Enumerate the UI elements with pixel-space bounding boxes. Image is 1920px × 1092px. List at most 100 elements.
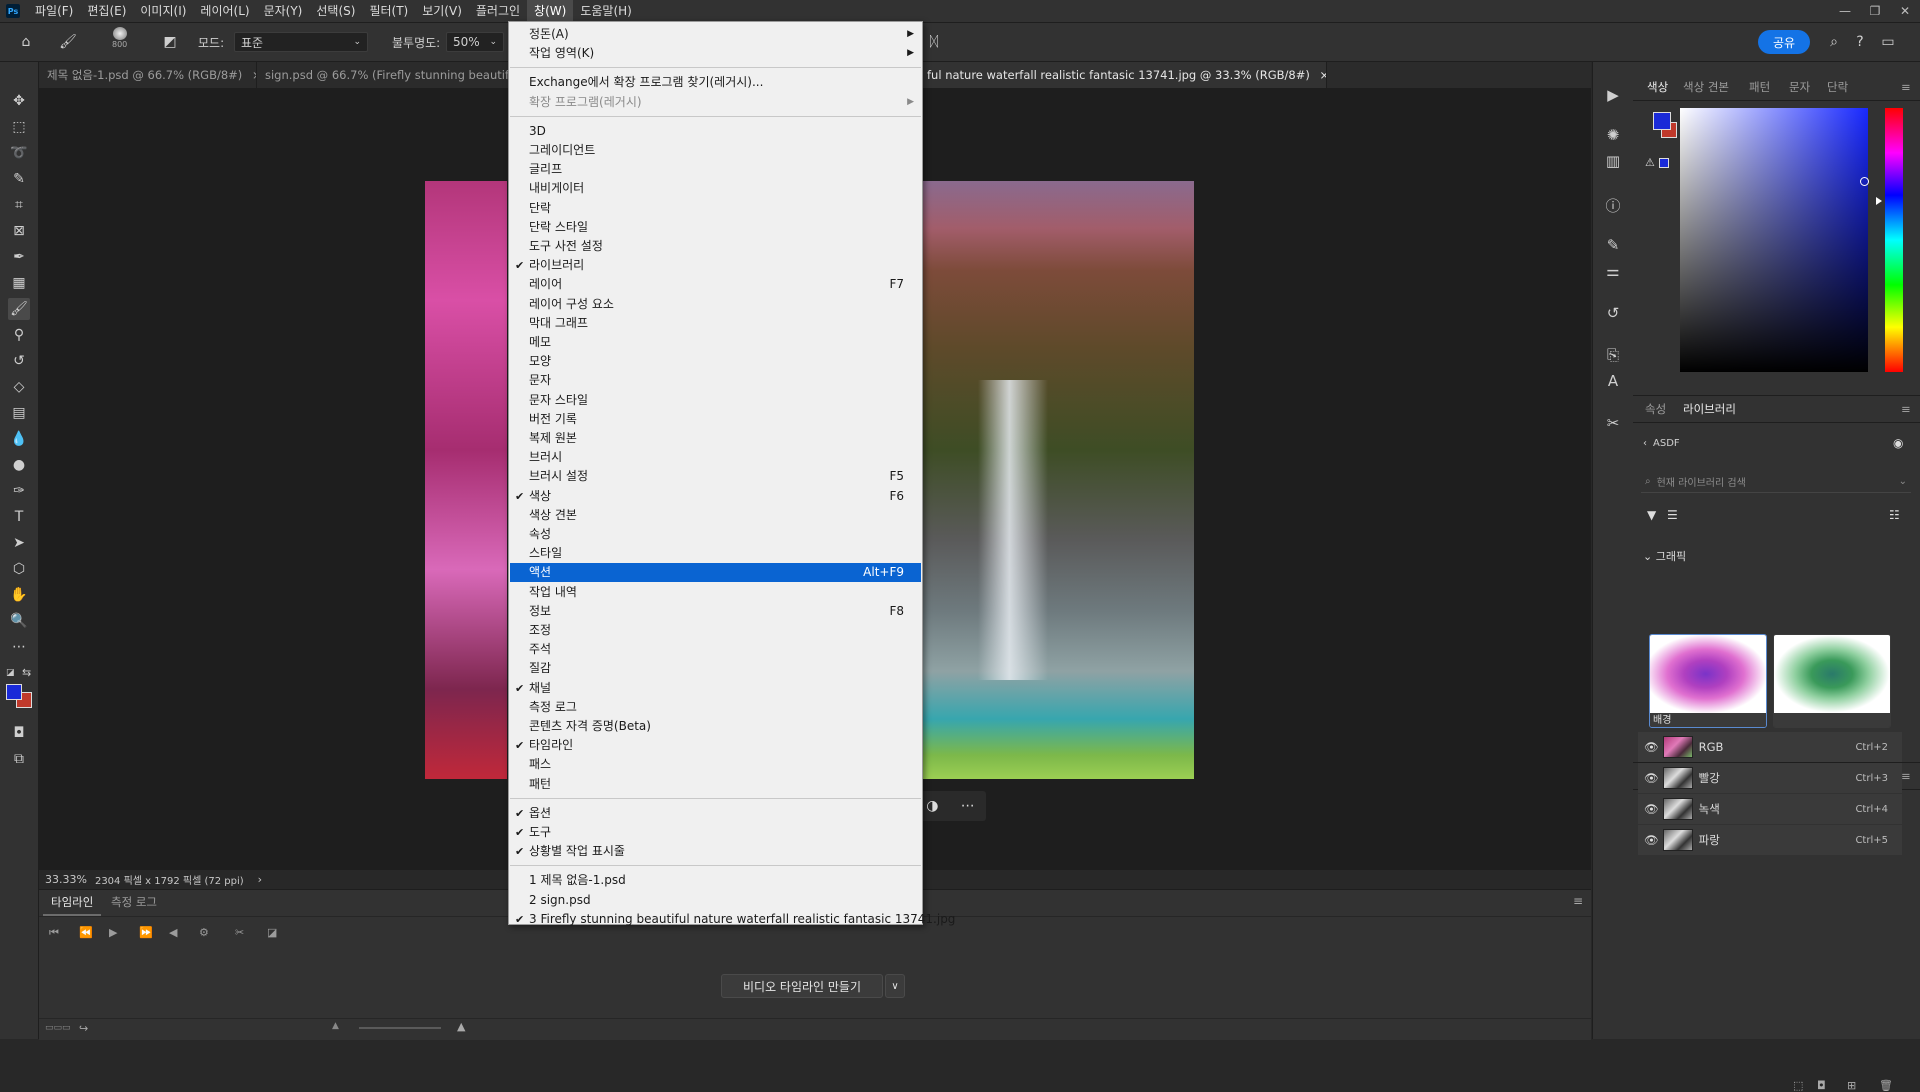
window-menu-item[interactable]: 측정 로그 (510, 698, 921, 717)
tab-untitled[interactable]: 제목 없음-1.psd @ 66.7% (RGB/8#) × (39, 62, 257, 88)
tab-libraries[interactable]: 라이브러리 (1683, 396, 1736, 422)
hand-tool-icon[interactable]: ✋ (8, 584, 30, 606)
window-menu-item[interactable]: ✔ 색상 F6 (510, 487, 921, 506)
home-icon[interactable]: ⌂ (16, 32, 36, 52)
mode-select[interactable]: 표준 ⌄ (234, 32, 368, 52)
create-video-timeline-button[interactable]: 비디오 타임라인 만들기 (721, 974, 883, 998)
window-menu-item[interactable]: 브러시 (510, 448, 921, 467)
window-menu-item[interactable]: 2 sign.psd (510, 891, 921, 910)
move-tool-icon[interactable]: ✥ (8, 90, 30, 112)
play-icon[interactable]: ▶ (1602, 84, 1624, 106)
play-icon[interactable]: ▶ (109, 926, 117, 939)
opacity-input[interactable]: 50% ⌄ (446, 32, 504, 52)
clone-source-icon[interactable]: ⎘ (1602, 344, 1624, 366)
foreground-color-swatch[interactable] (1653, 112, 1671, 130)
trash-icon[interactable]: 🗑 (1879, 1079, 1893, 1092)
brush-size-picker[interactable]: 800 (112, 27, 127, 49)
zoom-level[interactable]: 33.33% (45, 873, 87, 886)
previous-frame-icon[interactable]: ⏪ (79, 926, 93, 939)
clone-stamp-tool-icon[interactable]: ⚲ (8, 324, 30, 346)
window-menu-item[interactable]: 패턴 (510, 775, 921, 794)
zoom-out-icon[interactable]: ▲ (332, 1021, 339, 1031)
back-icon[interactable]: ‹ (1643, 438, 1647, 449)
zoom-in-icon[interactable]: ▲ (457, 1020, 465, 1033)
pen-tool-icon[interactable]: ✑ (8, 480, 30, 502)
history-icon[interactable]: ↺ (1602, 302, 1624, 324)
library-item[interactable]: 배경 (1649, 634, 1767, 728)
window-menu-item[interactable]: 글리프 (510, 160, 921, 179)
status-arrow-icon[interactable]: › (258, 873, 262, 886)
frame-mode-icon[interactable]: ▭▭▭ (45, 1023, 71, 1033)
search-icon[interactable]: ⌕ (1824, 32, 1844, 52)
tab-measurement-log[interactable]: 측정 로그 (103, 890, 165, 914)
visibility-eye-icon[interactable]: 👁 (1644, 771, 1659, 785)
channel-row-green[interactable]: 👁 녹색 Ctrl+4 (1638, 794, 1902, 824)
close-window-button[interactable]: ✕ (1890, 0, 1920, 22)
dodge-tool-icon[interactable]: ● (8, 454, 30, 476)
marquee-tool-icon[interactable]: ⬚ (8, 116, 30, 138)
info-icon[interactable]: ⓘ (1602, 194, 1624, 216)
window-menu-item[interactable]: 조정 (510, 621, 921, 640)
window-menu-item[interactable]: 질감 (510, 659, 921, 678)
menu-item[interactable]: 파일(F) (28, 0, 80, 22)
brush-panel-icon[interactable]: ✎ (1602, 234, 1624, 256)
split-icon[interactable]: ✂ (235, 926, 244, 939)
next-frame-icon[interactable]: ⏩ (139, 926, 153, 939)
library-user-icon[interactable]: ◉ (1893, 436, 1903, 450)
window-menu-item[interactable]: 내비게이터 (510, 179, 921, 198)
transition-icon[interactable]: ◪ (267, 926, 277, 939)
window-menu-item[interactable]: ✔ 3 Firefly stunning beautiful nature wat… (510, 910, 955, 929)
window-menu-item[interactable]: 버전 기록 (510, 410, 921, 429)
menu-item[interactable]: 선택(S) (309, 0, 362, 22)
symmetry-icon[interactable]: ᛞ (924, 32, 944, 52)
load-selection-icon[interactable]: ⬚ (1793, 1079, 1803, 1092)
brush-tool-preset-icon[interactable]: 🖌 (58, 32, 78, 52)
window-menu-item[interactable]: 복제 원본 (510, 429, 921, 448)
window-menu-item[interactable]: 액션 Alt+F9 (510, 563, 921, 583)
eraser-tool-icon[interactable]: ◇ (8, 376, 30, 398)
minimize-button[interactable]: — (1830, 0, 1860, 22)
window-menu-item[interactable]: 문자 (510, 371, 921, 390)
tools-preset-icon[interactable]: ✂ (1602, 412, 1624, 434)
visibility-eye-icon[interactable]: 👁 (1644, 833, 1659, 847)
hue-slider-handle[interactable] (1876, 197, 1882, 205)
panel-menu-icon[interactable]: ≡ (1901, 396, 1911, 422)
tab-waterfall[interactable]: ful nature waterfall realistic fantasic … (919, 62, 1327, 88)
adjustments-icon[interactable]: ✺ (1602, 124, 1624, 146)
brush-tool-icon[interactable]: 🖌 (8, 298, 30, 320)
window-menu-item[interactable]: 레이어 F7 (510, 275, 921, 294)
window-menu-item[interactable]: ✔ 옵션 (510, 804, 921, 823)
timeline-zoom-slider[interactable] (359, 1027, 441, 1029)
path-selection-tool-icon[interactable]: ➤ (8, 532, 30, 554)
chevron-down-icon[interactable]: ∨ (885, 974, 905, 998)
shape-tool-icon[interactable]: ⬡ (8, 558, 30, 580)
audio-icon[interactable]: ◀ (169, 926, 177, 939)
gradient-tool-icon[interactable]: ▤ (8, 402, 30, 424)
tab-properties[interactable]: 속성 (1645, 396, 1666, 422)
window-menu-item[interactable]: ✔ 라이브러리 (510, 256, 921, 275)
menu-item[interactable]: 플러그인 (469, 0, 527, 22)
screen-mode-icon[interactable]: ⧉ (8, 748, 30, 770)
window-menu-item[interactable]: 막대 그래프 (510, 314, 921, 333)
window-menu-item[interactable]: 브러시 설정 F5 (510, 467, 921, 486)
brush-settings-icon[interactable]: ◩ (160, 32, 180, 52)
swap-colors-icon[interactable]: ⇆ (22, 666, 31, 679)
window-menu-item[interactable]: 패스 (510, 755, 921, 774)
more-options-icon[interactable]: ⋯ (961, 798, 975, 814)
menu-item[interactable]: 이미지(I) (133, 0, 193, 22)
brush-settings-icon[interactable]: ⚌ (1602, 260, 1624, 282)
menu-item[interactable]: 창(W) (527, 0, 574, 22)
type-tool-icon[interactable]: T (8, 506, 30, 528)
window-menu-item[interactable]: ✔ 채널 (510, 679, 921, 698)
chevron-down-icon[interactable]: ⌄ (1899, 476, 1907, 487)
window-menu-item[interactable]: 색상 견본 (510, 506, 921, 525)
window-menu-item[interactable]: 콘텐츠 자격 증명(Beta) (510, 717, 921, 736)
menu-item[interactable]: 편집(E) (80, 0, 133, 22)
contrast-icon[interactable]: ◑ (926, 798, 938, 814)
more-tools-icon[interactable]: ⋯ (8, 636, 30, 658)
render-icon[interactable]: ↪ (79, 1022, 88, 1035)
color-picker-field[interactable] (1680, 108, 1868, 372)
new-channel-icon[interactable]: ⊞ (1847, 1079, 1856, 1092)
quick-mask-icon[interactable]: ◘ (8, 722, 30, 744)
menu-item[interactable]: 문자(Y) (257, 0, 310, 22)
